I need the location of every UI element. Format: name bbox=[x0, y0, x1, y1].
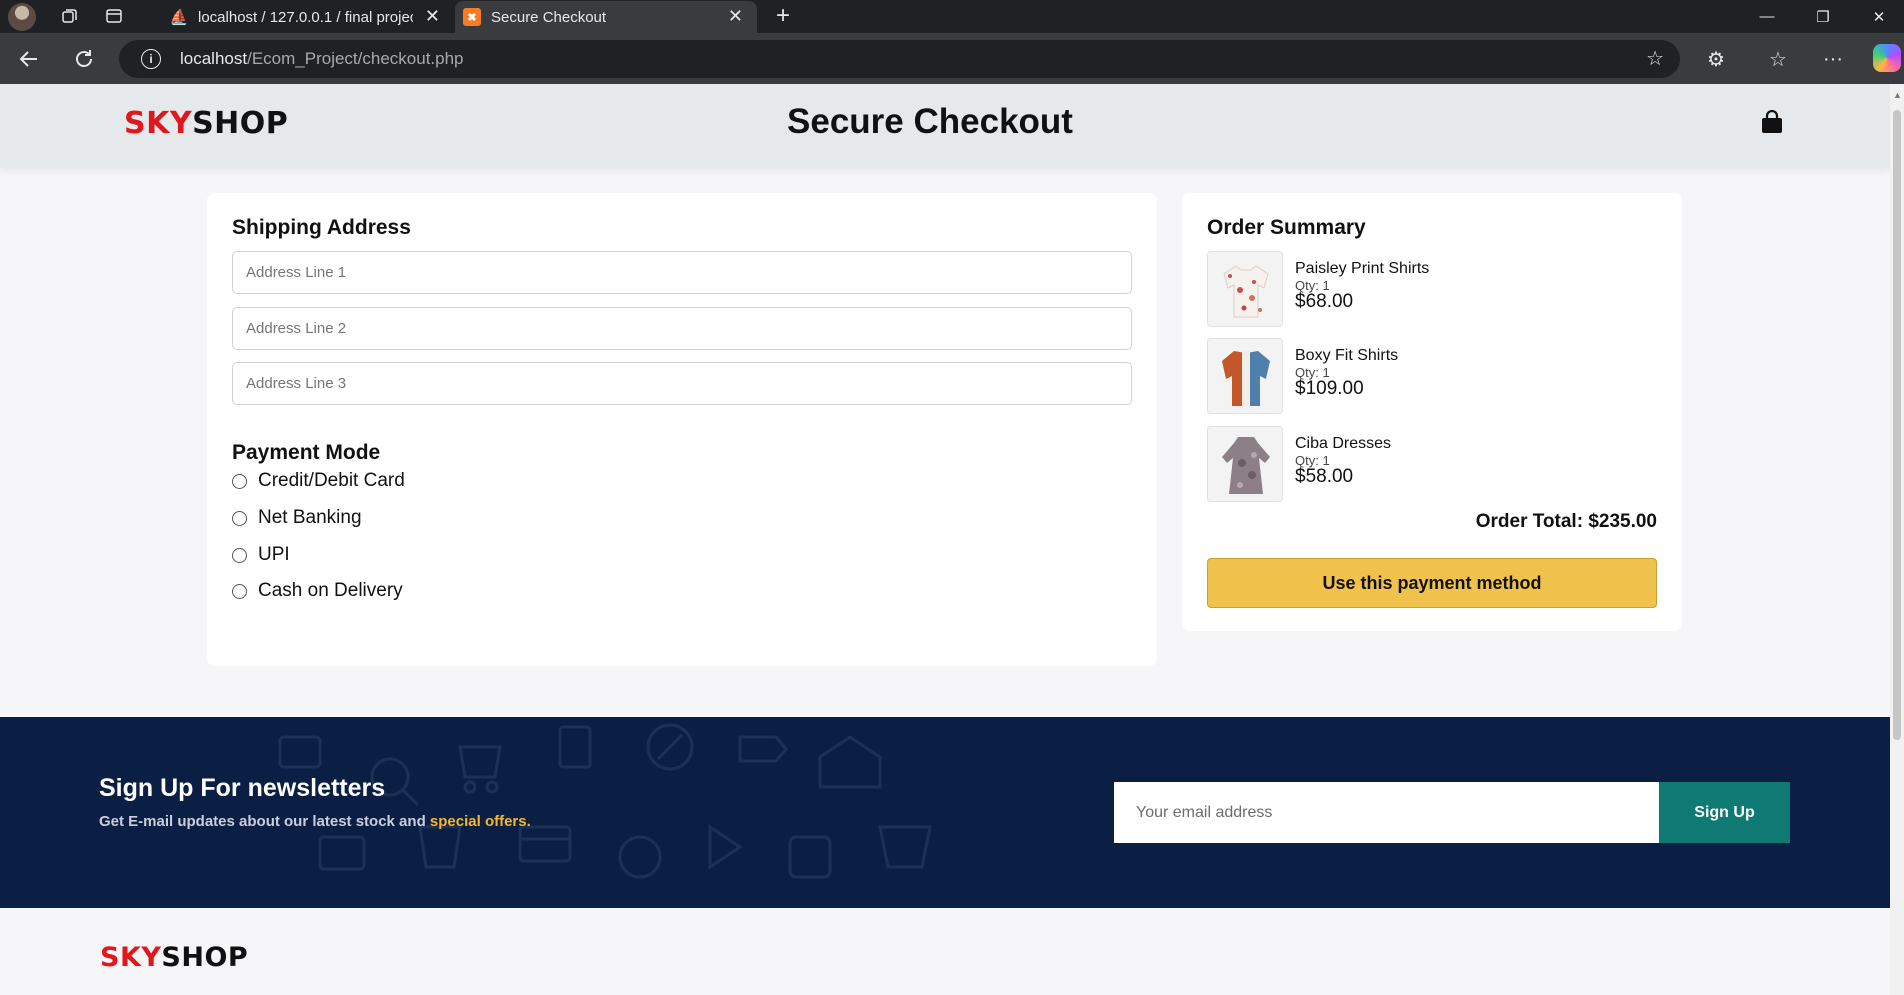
item-price: $109.00 bbox=[1295, 378, 1364, 399]
address-line-2-input[interactable] bbox=[232, 307, 1132, 350]
special-offers-highlight: special offers. bbox=[429, 813, 531, 830]
url-text: localhost/Ecom_Project/checkout.php bbox=[180, 49, 464, 68]
item-name: Ciba Dresses bbox=[1295, 435, 1392, 452]
payment-option-label: Cash on Delivery bbox=[258, 580, 403, 601]
newsletter-section: Sign Up For newsletters Get E-mail updat… bbox=[0, 717, 1890, 908]
restore-icon[interactable]: ❐ bbox=[1795, 0, 1851, 33]
page-scrollbar[interactable]: ▲ bbox=[1890, 84, 1904, 995]
site-footer: SKYSHOP bbox=[0, 908, 1890, 995]
extensions-icon[interactable]: ⚙ bbox=[1700, 43, 1732, 75]
payment-option-card[interactable]: Credit/Debit Card bbox=[232, 470, 405, 492]
payment-option-netbanking[interactable]: Net Banking bbox=[232, 507, 362, 529]
tab-phpmyadmin[interactable]: ⛵ localhost / 127.0.0.1 / final project … bbox=[162, 1, 454, 33]
item-name: Boxy Fit Shirts bbox=[1295, 347, 1399, 364]
payment-option-upi[interactable]: UPI bbox=[232, 544, 290, 566]
payment-option-label: Net Banking bbox=[258, 507, 362, 528]
order-summary-heading: Order Summary bbox=[1207, 216, 1366, 239]
item-name: Paisley Print Shirts bbox=[1295, 260, 1430, 277]
page-viewport: SKYSHOP Secure Checkout Shipping Address… bbox=[0, 84, 1890, 995]
shopping-bag-icon[interactable] bbox=[1761, 110, 1783, 134]
newsletter-title: Sign Up For newsletters bbox=[99, 774, 386, 802]
order-summary-card: Order Summary Paisley Print Shirts Qty: … bbox=[1182, 193, 1682, 631]
close-tab-icon[interactable]: ✕ bbox=[425, 6, 440, 27]
minimize-icon[interactable]: — bbox=[1739, 0, 1795, 33]
address-toolbar: i localhost/Ecom_Project/checkout.php ☆ … bbox=[0, 33, 1904, 84]
product-image-boxy-shirt bbox=[1207, 338, 1283, 414]
xampp-favicon: ✖ bbox=[463, 8, 481, 26]
reload-icon[interactable] bbox=[68, 43, 100, 75]
tab-title: Secure Checkout bbox=[491, 8, 607, 26]
scroll-up-arrow-icon[interactable]: ▲ bbox=[1893, 90, 1902, 100]
site-info-icon[interactable]: i bbox=[141, 49, 161, 69]
page-title: Secure Checkout bbox=[787, 102, 1073, 141]
shipping-payment-card: Shipping Address Payment Mode Credit/Deb… bbox=[207, 193, 1157, 666]
browser-tab-bar: ⛵ localhost / 127.0.0.1 / final project … bbox=[0, 0, 1904, 33]
tab-secure-checkout[interactable]: ✖ Secure Checkout ✕ bbox=[455, 1, 757, 33]
item-price: $58.00 bbox=[1295, 466, 1354, 487]
order-item: Ciba Dresses Qty: 1 $58.00 bbox=[1207, 426, 1657, 502]
payment-option-label: UPI bbox=[258, 544, 290, 565]
copilot-icon[interactable] bbox=[1873, 44, 1901, 72]
newsletter-signup-button[interactable]: Sign Up bbox=[1659, 782, 1790, 843]
address-line-3-input[interactable] bbox=[232, 362, 1132, 405]
payment-option-label: Credit/Debit Card bbox=[258, 470, 405, 491]
payment-option-cod[interactable]: Cash on Delivery bbox=[232, 580, 403, 602]
use-payment-method-button[interactable]: Use this payment method bbox=[1207, 558, 1657, 608]
address-line-1-input[interactable] bbox=[232, 251, 1132, 294]
order-item: Boxy Fit Shirts Qty: 1 $109.00 bbox=[1207, 338, 1657, 414]
profile-avatar[interactable] bbox=[8, 3, 36, 31]
radio-button[interactable] bbox=[232, 547, 247, 563]
site-header: SKYSHOP Secure Checkout bbox=[0, 84, 1890, 168]
item-price: $68.00 bbox=[1295, 291, 1354, 312]
close-tab-icon[interactable]: ✕ bbox=[728, 6, 743, 27]
url-bar[interactable]: i localhost/Ecom_Project/checkout.php ☆ bbox=[119, 40, 1680, 78]
more-menu-icon[interactable]: ··· bbox=[1817, 43, 1849, 75]
newsletter-subtitle: Get E-mail updates about our latest stoc… bbox=[99, 813, 531, 830]
footer-logo[interactable]: SKYSHOP bbox=[100, 942, 248, 973]
product-image-ciba-dress bbox=[1207, 426, 1283, 502]
payment-mode-heading: Payment Mode bbox=[232, 441, 381, 464]
radio-button[interactable] bbox=[232, 510, 247, 526]
favorites-icon[interactable]: ☆ bbox=[1762, 43, 1794, 75]
order-item: Paisley Print Shirts Qty: 1 $68.00 bbox=[1207, 251, 1657, 327]
scrollbar-thumb[interactable] bbox=[1893, 110, 1901, 740]
favorite-star-icon[interactable]: ☆ bbox=[1646, 46, 1664, 71]
shipping-address-heading: Shipping Address bbox=[232, 216, 411, 239]
radio-button[interactable] bbox=[232, 473, 247, 489]
close-window-icon[interactable]: ✕ bbox=[1851, 0, 1904, 33]
newsletter-email-input[interactable] bbox=[1114, 782, 1659, 843]
product-image-paisley-shirt bbox=[1207, 251, 1283, 327]
order-total: Order Total: $235.00 bbox=[1475, 511, 1657, 532]
vertical-tabs-icon[interactable] bbox=[100, 2, 128, 30]
workspaces-icon[interactable] bbox=[56, 2, 84, 30]
phpmyadmin-favicon: ⛵ bbox=[169, 9, 189, 26]
radio-button[interactable] bbox=[232, 583, 247, 599]
back-icon[interactable] bbox=[13, 43, 45, 75]
tab-title: localhost / 127.0.0.1 / final project | … bbox=[198, 8, 413, 26]
new-tab-icon[interactable]: + bbox=[769, 2, 797, 30]
